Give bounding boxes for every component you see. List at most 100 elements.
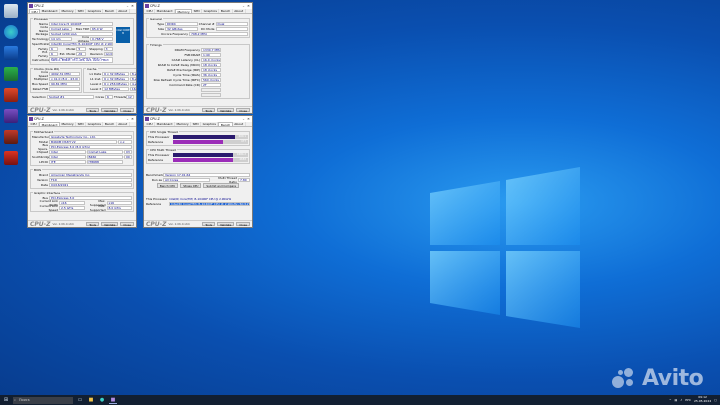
app-icon-1[interactable] xyxy=(4,46,18,60)
tab-about[interactable]: About xyxy=(117,122,130,126)
window-title: CPU-Z xyxy=(34,4,44,8)
tab-mainboard[interactable]: Mainboard xyxy=(39,122,60,127)
close-button[interactable]: Close xyxy=(236,107,250,113)
start-button-icon[interactable]: ⊞ xyxy=(2,397,10,404)
spec-value: Intel(R) Core(TM) i5-10400F CPU @ 2.90GH… xyxy=(49,41,113,46)
tools-button[interactable]: Tools xyxy=(202,107,216,113)
tab-mainboard[interactable]: Mainboard xyxy=(40,9,60,13)
validate-button[interactable]: Validate xyxy=(217,221,235,227)
explorer-icon[interactable]: ■ xyxy=(87,397,95,404)
app-icon-5[interactable] xyxy=(4,130,18,144)
tab-graphics[interactable]: Graphics xyxy=(202,9,220,13)
tools-button[interactable]: Tools xyxy=(86,221,100,227)
tab-bench[interactable]: Bench xyxy=(219,9,233,13)
reference-dropdown[interactable]: Intel(R) Core(TM) i5-10400F CPU @ 2.90GH… xyxy=(169,201,250,206)
l1i-value: 6 x 32 KBytes xyxy=(102,76,129,81)
window-footer: CPU-Z Ver. 2.06.0.x64 Tools Validate Clo… xyxy=(144,220,252,227)
instructions-label: Instructions xyxy=(32,57,50,62)
codename-value: Comet Lake xyxy=(49,26,72,31)
tab-bench[interactable]: Bench xyxy=(103,9,117,13)
tools-button[interactable]: Tools xyxy=(86,107,100,113)
tab-memory[interactable]: Memory xyxy=(60,122,77,126)
close-icon[interactable]: ✕ xyxy=(130,4,135,8)
app-icon-4[interactable] xyxy=(4,109,18,123)
recycle-bin-icon[interactable] xyxy=(4,4,18,18)
tab-spd[interactable]: SPD xyxy=(192,9,203,13)
revision-label: Revision xyxy=(90,51,103,56)
tab-cpu[interactable]: CPU xyxy=(29,122,40,126)
aida64-icon[interactable] xyxy=(4,151,18,165)
tab-memory[interactable]: Memory xyxy=(174,9,193,14)
tray-chevron-icon[interactable]: ^ xyxy=(669,398,672,402)
avito-text: Avito xyxy=(642,366,704,391)
task-view-icon[interactable]: ▭ xyxy=(76,397,84,404)
tab-about[interactable]: About xyxy=(233,9,246,13)
search-box[interactable]: ⌕ Поиск xyxy=(13,396,73,404)
tab-mainboard[interactable]: Mainboard xyxy=(155,122,175,126)
stress-cpu-button[interactable]: Stress CPU xyxy=(180,183,202,188)
tools-button[interactable]: Tools xyxy=(202,221,216,227)
close-icon[interactable]: ✕ xyxy=(246,117,251,121)
volume-icon[interactable]: ♪ xyxy=(680,398,682,402)
window-footer: CPU-Z Ver. 2.06.0.x64 Tools Validate Clo… xyxy=(144,106,252,113)
tab-graphics[interactable]: Graphics xyxy=(86,122,104,126)
tab-mainboard[interactable]: Mainboard xyxy=(155,9,175,13)
network-icon[interactable]: ▤ xyxy=(674,398,677,402)
manufacturer-label: Manufacturer xyxy=(32,134,53,139)
cpuz-taskbar-icon[interactable]: ■ xyxy=(109,397,117,404)
language-indicator[interactable]: РУС xyxy=(685,398,691,402)
runas-dropdown[interactable]: All Cores xyxy=(163,177,210,182)
validate-button[interactable]: Validate xyxy=(101,107,119,113)
validate-button[interactable]: Validate xyxy=(101,221,119,227)
l1d-label: L1 Data xyxy=(89,71,102,76)
edge-icon[interactable] xyxy=(4,25,18,39)
close-button[interactable]: Close xyxy=(120,107,134,113)
trcd-label: RAS# to CAS# Delay (tRCD) xyxy=(157,62,200,67)
reference-label: Reference xyxy=(148,157,164,162)
cpuz-brand-logo: CPU-Z xyxy=(30,220,51,228)
close-button[interactable]: Close xyxy=(120,221,134,227)
validate-button[interactable]: Validate xyxy=(217,107,235,113)
tab-cpu[interactable]: CPU xyxy=(29,9,41,14)
tab-spd[interactable]: SPD xyxy=(76,122,87,126)
manufacturer-value: Gigabyte Technology Co., Ltd. xyxy=(49,134,132,139)
group-title: CPU Single Thread xyxy=(149,129,179,134)
type-value: DDR4 xyxy=(165,21,198,26)
submit-compare-button[interactable]: Submit and Compare xyxy=(203,183,240,188)
tab-memory[interactable]: Memory xyxy=(175,122,192,126)
single-ref-score: 477 xyxy=(241,139,246,143)
cores-label: Cores xyxy=(95,94,104,99)
bench-cpu-button[interactable]: Bench CPU xyxy=(156,183,179,188)
tab-graphics[interactable]: Graphics xyxy=(86,9,104,13)
app-icon-3[interactable] xyxy=(4,88,18,102)
selection-dropdown[interactable]: Socket #1 xyxy=(47,94,94,99)
tab-graphics[interactable]: Graphics xyxy=(201,122,219,126)
l2-label: Level 2 xyxy=(90,81,102,86)
close-button[interactable]: Close xyxy=(236,221,250,227)
edge-taskbar-icon[interactable]: ● xyxy=(98,397,106,404)
window-title: CPU-Z xyxy=(150,117,160,121)
notifications-icon[interactable]: ▢ xyxy=(714,398,717,402)
group-title: Motherboard xyxy=(33,129,55,134)
version-label: Ver. 2.06.0.x64 xyxy=(168,108,190,112)
close-icon[interactable]: ✕ xyxy=(246,4,251,8)
tab-cpu[interactable]: CPU xyxy=(145,9,156,13)
taskbar: ⊞ ⌕ Поиск ▭ ■ ● ■ ^ ▤ ♪ РУС 09:12 25.05.… xyxy=(0,395,720,405)
clw-value: x16 xyxy=(59,200,85,205)
tab-about[interactable]: About xyxy=(117,9,130,13)
tab-spd[interactable]: SPD xyxy=(76,9,87,13)
tab-spd[interactable]: SPD xyxy=(191,122,202,126)
single-this-bar: 600.1 xyxy=(173,134,248,139)
windows-logo-icon xyxy=(430,167,580,328)
app-icon-2[interactable] xyxy=(4,67,18,81)
tab-memory[interactable]: Memory xyxy=(60,9,77,13)
trfc-label: Row Refresh Cycle Time (tRFC) xyxy=(153,77,200,82)
tab-bench[interactable]: Bench xyxy=(103,122,117,126)
tab-cpu[interactable]: CPU xyxy=(145,122,156,126)
motherboard-group: Motherboard Manufacturer Gigabyte Technol… xyxy=(30,129,134,166)
tab-bench[interactable]: Bench xyxy=(218,122,233,127)
trp-value: 18 clocks xyxy=(201,67,221,72)
clock[interactable]: 09:12 25.05.2024 xyxy=(694,396,711,403)
tab-about[interactable]: About xyxy=(233,122,246,126)
close-icon[interactable]: ✕ xyxy=(130,117,135,121)
